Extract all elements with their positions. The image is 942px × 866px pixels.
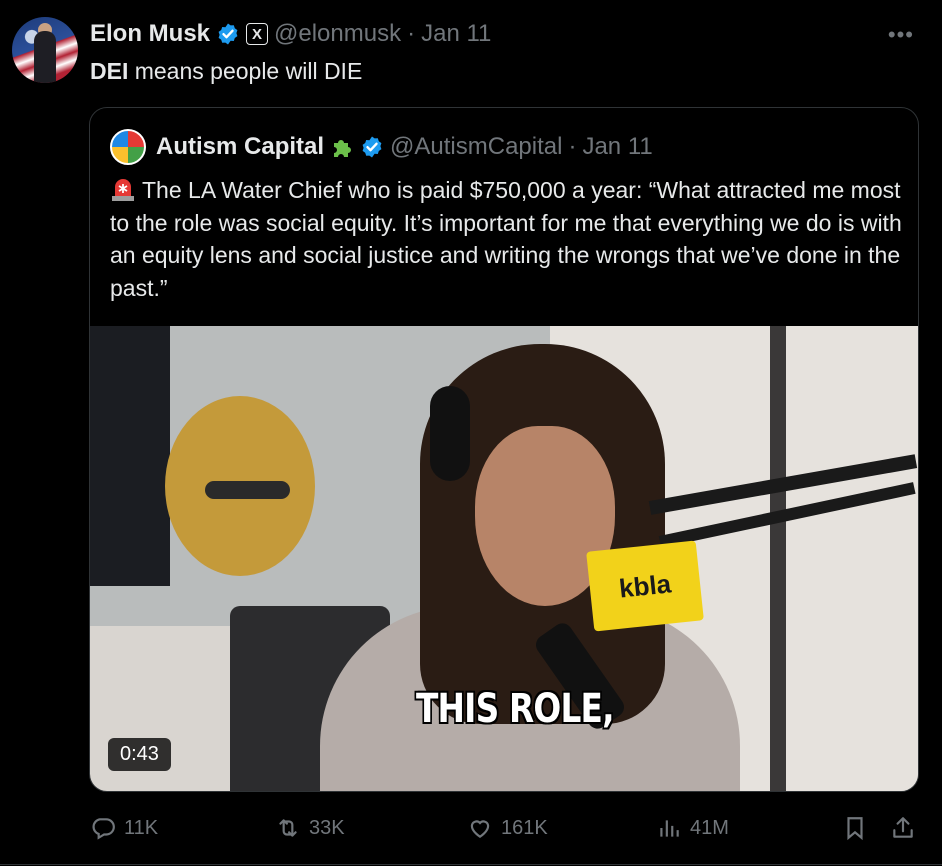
tweet-text-bold: DEI: [90, 58, 129, 84]
share-icon: [893, 817, 913, 838]
quoted-name[interactable]: Autism Capital: [156, 133, 324, 161]
video-scene: [430, 386, 470, 481]
affiliate-badge[interactable]: X: [246, 23, 269, 45]
quoted-tweet[interactable]: Autism Capital @AutismCapital · Jan 11 T…: [89, 107, 919, 792]
mic-flag-logo: kbla: [586, 540, 704, 632]
tweet-text: DEI means people will DIE: [90, 58, 362, 85]
video-caption: THIS ROLE,: [416, 686, 615, 732]
video-scene: [205, 481, 290, 499]
video-duration: 0:43: [108, 738, 171, 771]
tweet-header: Elon Musk X @elonmusk · Jan 11: [90, 18, 491, 50]
views-count: 41M: [690, 816, 729, 839]
bookmark-button[interactable]: [842, 813, 868, 843]
repost-icon: [279, 819, 297, 837]
like-count: 161K: [501, 816, 548, 839]
tweet: Elon Musk X @elonmusk · Jan 11 ••• DEI m…: [0, 0, 942, 866]
repost-count: 33K: [309, 816, 345, 839]
reply-icon: [92, 818, 115, 840]
analytics-icon: [660, 820, 679, 837]
share-button[interactable]: [890, 813, 916, 843]
quoted-avatar[interactable]: [110, 129, 146, 165]
author-handle[interactable]: @elonmusk: [274, 20, 401, 48]
action-bar: 11K 33K 161K 41M: [90, 813, 920, 843]
views-button[interactable]: 41M: [656, 813, 729, 843]
separator-dot: ·: [407, 20, 416, 47]
tweet-date[interactable]: Jan 11: [421, 20, 491, 48]
quoted-date[interactable]: Jan 11: [582, 133, 652, 161]
video-scene: [770, 326, 786, 791]
video-scene: [90, 326, 170, 586]
quoted-text: The LA Water Chief who is paid $750,000 …: [110, 177, 902, 301]
like-button[interactable]: 161K: [467, 813, 548, 843]
avatar-figure: [34, 31, 56, 83]
video-player[interactable]: kbla THIS ROLE, 0:43: [90, 326, 918, 791]
siren-icon: [112, 179, 134, 201]
quoted-handle[interactable]: @AutismCapital: [390, 133, 562, 161]
repost-button[interactable]: 33K: [275, 813, 345, 843]
heart-icon: [470, 820, 490, 838]
tweet-text-rest: means people will DIE: [128, 58, 363, 84]
reply-button[interactable]: 11K: [90, 813, 158, 843]
author-avatar[interactable]: [12, 17, 78, 83]
quoted-text-block: The LA Water Chief who is paid $750,000 …: [110, 174, 905, 304]
divider: [0, 864, 942, 865]
separator-dot: ·: [568, 133, 577, 160]
more-options-icon[interactable]: •••: [888, 22, 914, 48]
author-name[interactable]: Elon Musk: [90, 20, 210, 48]
verified-badge-icon: [218, 23, 238, 45]
bookmark-icon: [847, 817, 863, 841]
reply-count: 11K: [124, 816, 159, 839]
quoted-header: Autism Capital @AutismCapital · Jan 11: [110, 129, 653, 165]
puzzle-piece-icon: [334, 140, 352, 157]
verified-badge-icon: [362, 136, 382, 158]
